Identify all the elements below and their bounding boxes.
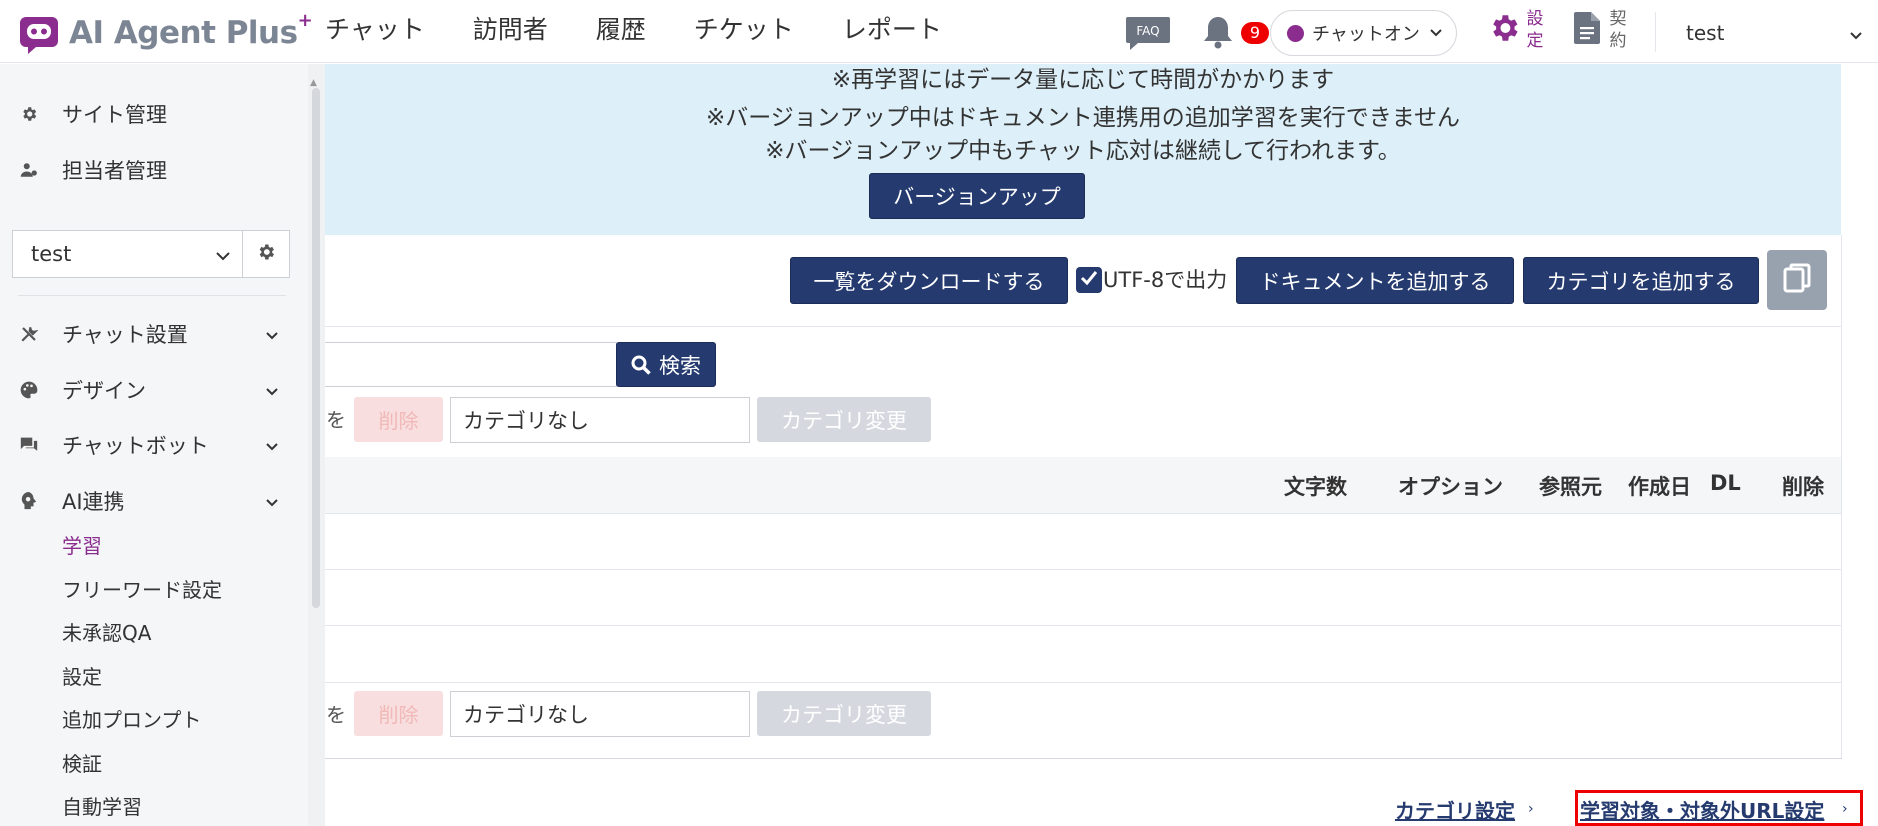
contract-label: 契約 [1609,9,1627,51]
col-options[interactable]: オプション [1398,471,1503,501]
col-dl[interactable]: DL [1710,471,1741,495]
chevron-right-icon: › [1528,801,1534,817]
sidebar-item-site-management[interactable]: サイト管理 [0,94,300,134]
user-menu[interactable]: test [1686,18,1862,48]
sidebar-subitem-learning[interactable]: 学習 [62,530,102,559]
chevron-down-icon [266,381,278,400]
site-settings-button[interactable] [243,231,289,277]
table-row [325,682,1841,683]
main-nav: チャット 訪問者 履歴 チケット レポート [325,12,990,48]
change-category-button-bottom[interactable]: カテゴリ変更 [757,691,931,736]
sidebar-divider [18,295,286,296]
download-list-button[interactable]: 一覧をダウンロードする [790,257,1068,304]
document-icon [1574,12,1600,48]
brain-icon [18,491,40,511]
nav-reports[interactable]: レポート [842,12,942,48]
contract-button[interactable]: 契約 [1574,8,1628,52]
add-document-button[interactable]: ドキュメントを追加する [1236,257,1514,304]
chevron-down-icon [266,325,278,344]
panel-border [1841,235,1842,759]
category-select[interactable]: カテゴリなし [450,397,750,443]
site-select[interactable]: test [13,231,243,277]
copy-button[interactable] [1767,250,1827,310]
change-category-button[interactable]: カテゴリ変更 [757,397,931,442]
sidebar-item-chat-install[interactable]: チャット設置 [0,314,300,354]
checkmark-icon [1080,270,1098,290]
col-source[interactable]: 参照元 [1539,471,1602,501]
table-row [325,569,1841,570]
search-input[interactable] [325,342,617,387]
top-header: AI Agent Plus+ チャット 訪問者 履歴 チケット レポート FAQ… [0,0,1878,63]
nav-tickets[interactable]: チケット [694,12,794,48]
bulk-delete-button[interactable]: 削除 [354,397,443,442]
banner-line: ※バージョンアップ中はドキュメント連携用の追加学習を実行できません [705,105,1461,131]
bulk-prefix-text: を [326,703,346,727]
col-char-count[interactable]: 文字数 [1284,471,1347,501]
nav-chat[interactable]: チャット [325,12,425,48]
logo[interactable]: AI Agent Plus+ [18,9,313,56]
table-row [325,625,1841,626]
utf8-label: UTF-8で出力 [1103,268,1228,292]
sidebar-scrollbar-thumb[interactable] [312,88,320,608]
gear-icon [1487,11,1521,49]
col-delete[interactable]: 削除 [1782,471,1824,501]
panel-border [325,758,1842,759]
sidebar-subitem-settings[interactable]: 設定 [62,661,102,690]
sidebar-subitem-unapproved-qa[interactable]: 未承認QA [62,617,151,646]
chevron-down-icon [1430,25,1442,41]
bulk-prefix-text: を [326,408,346,432]
user-gear-icon [18,161,40,179]
sidebar-item-design[interactable]: デザイン [0,370,300,410]
site-selector: test [12,230,290,278]
sidebar-subitem-freeword[interactable]: フリーワード設定 [62,574,222,603]
nav-history[interactable]: 履歴 [596,12,646,48]
chevron-down-icon [1850,21,1862,45]
sidebar-subitem-extra-prompt[interactable]: 追加プロンプト [62,704,201,733]
version-up-button[interactable]: バージョンアップ [869,173,1085,219]
table-header: 文字数 オプション 参照元 作成日 DL 削除 [325,457,1841,514]
settings-label: 設定 [1526,9,1544,51]
banner-line: ※再学習にはデータ量に応じて時間がかかります [831,67,1335,93]
chevron-down-icon [266,436,278,455]
category-settings-link[interactable]: カテゴリ設定 [1395,795,1515,824]
gear-icon [18,105,40,123]
sidebar-item-ai-integration[interactable]: AI連携 [0,481,300,521]
copy-icon [1783,263,1811,297]
chevron-down-icon [216,242,230,266]
bulk-delete-button-bottom[interactable]: 削除 [354,691,443,736]
sidebar-item-chatbot[interactable]: チャットボット [0,425,300,465]
toolbar-divider [325,326,1841,327]
utf8-checkbox[interactable] [1076,267,1102,293]
search-button[interactable]: 検索 [616,342,716,387]
chat-bubble-icon [18,436,40,454]
chevron-right-icon: › [1842,801,1848,817]
logo-text: AI Agent Plus+ [69,9,313,51]
category-select-bottom[interactable]: カテゴリなし [450,691,750,737]
col-created[interactable]: 作成日 [1628,471,1691,501]
chat-status-dropdown[interactable]: チャットオン [1270,10,1457,56]
palette-icon [18,380,40,400]
user-name: test [1686,21,1725,45]
tools-icon [18,325,40,343]
header-divider [1655,12,1656,52]
banner-line: ※バージョンアップ中もチャット応対は継続して行われます。 [765,138,1401,164]
gear-icon [256,242,276,266]
faq-label: FAQ [1136,24,1159,38]
search-icon [631,355,651,375]
faq-icon[interactable]: FAQ [1125,15,1171,51]
nav-visitors[interactable]: 訪問者 [473,12,548,48]
settings-button[interactable]: 設定 [1487,8,1545,52]
bell-icon[interactable] [1203,15,1237,49]
url-settings-link[interactable]: 学習対象・対象外URL設定 [1580,795,1824,824]
add-category-button[interactable]: カテゴリを追加する [1523,257,1759,304]
status-dot [1287,24,1304,42]
sidebar-subitem-verification[interactable]: 検証 [62,748,102,777]
chat-status-label: チャットオン [1312,24,1420,45]
sidebar-subitem-auto-learning[interactable]: 自動学習 [62,791,142,820]
chevron-down-icon [266,492,278,511]
logo-chat-icon [18,13,60,54]
scroll-up-icon[interactable]: ▲ [310,78,317,88]
sidebar-item-staff-management[interactable]: 担当者管理 [0,150,300,190]
notification-badge: 9 [1241,22,1269,44]
